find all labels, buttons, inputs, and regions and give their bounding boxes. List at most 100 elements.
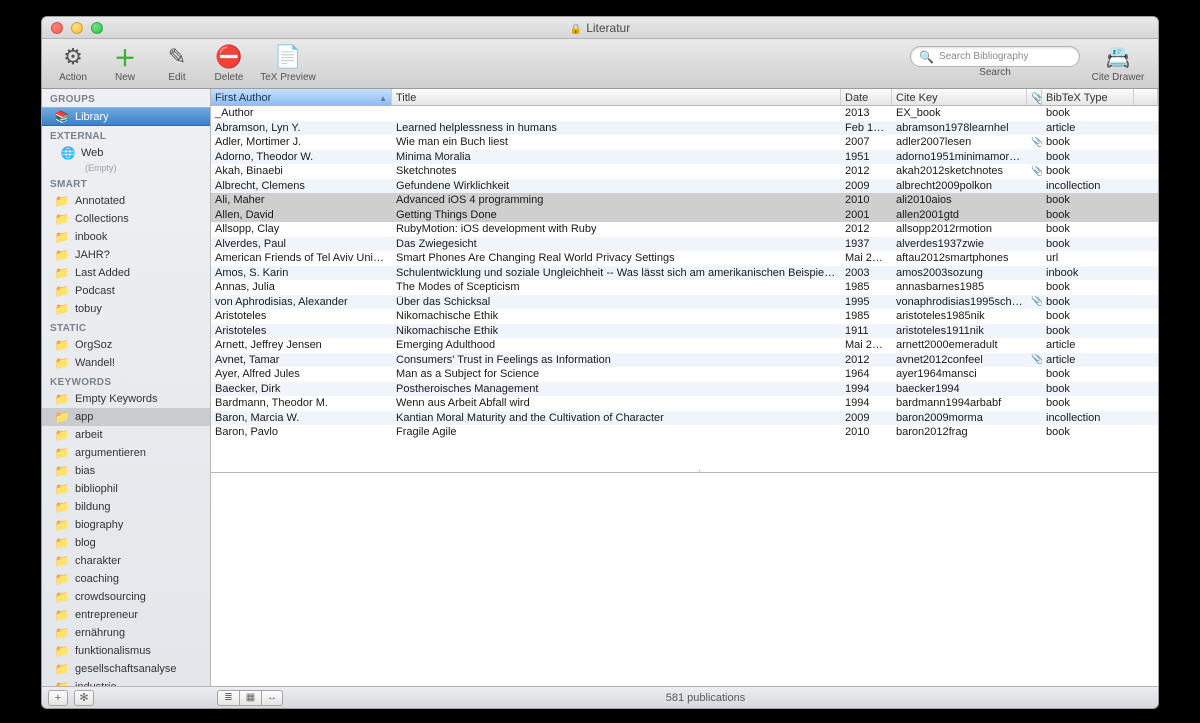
table-row[interactable]: Annas, JuliaThe Modes of Scepticism1985a… bbox=[211, 280, 1158, 295]
table-row[interactable]: Avnet, TamarConsumers' Trust in Feelings… bbox=[211, 353, 1158, 368]
table-row[interactable]: AristotelesNikomachische Ethik1911aristo… bbox=[211, 324, 1158, 339]
sidebar-item-web[interactable]: 🌐Web bbox=[42, 144, 210, 162]
column-cite-key[interactable]: Cite Key bbox=[892, 89, 1027, 105]
cell-cite-key: annasbarnes1985 bbox=[892, 281, 1027, 293]
column-first-author[interactable]: First Author▲ bbox=[211, 89, 392, 105]
sidebar-item-coaching[interactable]: 📁coaching bbox=[42, 570, 210, 588]
edit-button[interactable]: ✎Edit bbox=[154, 42, 200, 83]
table-row[interactable]: Allsopp, ClayRubyMotion: iOS development… bbox=[211, 222, 1158, 237]
table-row[interactable]: Albrecht, ClemensGefundene Wirklichkeit2… bbox=[211, 179, 1158, 194]
sidebar-item-funktionalismus[interactable]: 📁funktionalismus bbox=[42, 642, 210, 660]
cell-title: Advanced iOS 4 programming bbox=[392, 194, 841, 206]
action-button[interactable]: ⚙︎Action bbox=[50, 42, 96, 83]
cell-type: book bbox=[1042, 209, 1134, 221]
table-row[interactable]: Baron, Marcia W.Kantian Moral Maturity a… bbox=[211, 411, 1158, 426]
sidebar-item-industrie[interactable]: 📁industrie bbox=[42, 678, 210, 686]
sidebar-item-inbook[interactable]: 📁inbook bbox=[42, 228, 210, 246]
view-mode-segment[interactable]: ≣ ▦ ↔ bbox=[217, 690, 283, 706]
cell-date: 1985 bbox=[841, 310, 892, 322]
cell-author: American Friends of Tel Aviv Unive… bbox=[211, 252, 392, 264]
sidebar-item-collections[interactable]: 📁Collections bbox=[42, 210, 210, 228]
column-date[interactable]: Date bbox=[841, 89, 892, 105]
sidebar-item-podcast[interactable]: 📁Podcast bbox=[42, 282, 210, 300]
table-row[interactable]: Bardmann, Theodor M.Wenn aus Arbeit Abfa… bbox=[211, 396, 1158, 411]
search-input[interactable]: 🔍Search Bibliography bbox=[910, 46, 1080, 67]
preview-pane: • bbox=[211, 472, 1158, 686]
sidebar-item-bias[interactable]: 📁 bias bbox=[42, 462, 210, 480]
table-row[interactable]: Adler, Mortimer J.Wie man ein Buch liest… bbox=[211, 135, 1158, 150]
sidebar-item-label: charakter bbox=[75, 555, 121, 567]
cell-cite-key: ayer1964mansci bbox=[892, 368, 1027, 380]
sidebar-item-ern-hrung[interactable]: 📁ernährung bbox=[42, 624, 210, 642]
table-row[interactable]: Ayer, Alfred JulesMan as a Subject for S… bbox=[211, 367, 1158, 382]
table-row[interactable]: Alverdes, PaulDas Zwiegesicht1937alverde… bbox=[211, 237, 1158, 252]
sidebar-item-label: bias bbox=[75, 465, 95, 477]
sidebar-item-blog[interactable]: 📁blog bbox=[42, 534, 210, 552]
sidebar-item-empty-keywords[interactable]: 📁Empty Keywords bbox=[42, 390, 210, 408]
view-grid-icon[interactable]: ▦ bbox=[239, 690, 261, 706]
add-group-button[interactable]: + bbox=[48, 690, 68, 706]
sidebar-item-crowdsourcing[interactable]: 📁crowdsourcing bbox=[42, 588, 210, 606]
sidebar-item-wandel-[interactable]: 📁Wandel! bbox=[42, 354, 210, 372]
sidebar-item-argumentieren[interactable]: 📁argumentieren bbox=[42, 444, 210, 462]
close-icon[interactable] bbox=[51, 22, 63, 34]
table-row[interactable]: Abramson, Lyn Y.Learned helplessness in … bbox=[211, 121, 1158, 136]
sidebar-item-bibliophil[interactable]: 📁bibliophil bbox=[42, 480, 210, 498]
new-button[interactable]: ＋New bbox=[102, 42, 148, 83]
sidebar-item-arbeit[interactable]: 📁arbeit bbox=[42, 426, 210, 444]
pencil-icon: ✎ bbox=[162, 42, 192, 72]
group-action-button[interactable]: ✻ bbox=[74, 690, 94, 706]
cell-type: incollection bbox=[1042, 180, 1134, 192]
cell-author: Annas, Julia bbox=[211, 281, 392, 293]
sidebar-item-biography[interactable]: 📁biography bbox=[42, 516, 210, 534]
cell-author: Ali, Maher bbox=[211, 194, 392, 206]
view-list-icon[interactable]: ≣ bbox=[217, 690, 239, 706]
folder-icon: 📁 bbox=[54, 428, 70, 442]
column-bibtex-type[interactable]: BibTeX Type bbox=[1042, 89, 1134, 105]
folder-icon: 📁 bbox=[54, 554, 70, 568]
cell-cite-key: aristoteles1911nik bbox=[892, 325, 1027, 337]
table-row[interactable]: Arnett, Jeffrey JensenEmerging Adulthood… bbox=[211, 338, 1158, 353]
view-expand-icon[interactable]: ↔ bbox=[261, 690, 283, 706]
table-row[interactable]: von Aphrodisias, AlexanderÜber das Schic… bbox=[211, 295, 1158, 310]
cell-date: Mai 2000 bbox=[841, 339, 892, 351]
sidebar-item-orgsoz[interactable]: 📁OrgSoz bbox=[42, 336, 210, 354]
table-row[interactable]: Amos, S. KarinSchulentwicklung und sozia… bbox=[211, 266, 1158, 281]
delete-button[interactable]: ⛔Delete bbox=[206, 42, 252, 83]
table-row[interactable]: Ali, MaherAdvanced iOS 4 programming2010… bbox=[211, 193, 1158, 208]
sidebar-item-app[interactable]: 📁app bbox=[42, 408, 210, 426]
sidebar-item-tobuy[interactable]: 📁tobuy bbox=[42, 300, 210, 318]
table-row[interactable]: Allen, DavidGetting Things Done2001allen… bbox=[211, 208, 1158, 223]
folder-icon: 📁 bbox=[54, 464, 70, 478]
sidebar-item-gesellschaftsanalyse[interactable]: 📁gesellschaftsanalyse bbox=[42, 660, 210, 678]
table-row[interactable]: Adorno, Theodor W.Minima Moralia1951ador… bbox=[211, 150, 1158, 165]
table-row[interactable]: Baron, PavloFragile Agile2010baron2012fr… bbox=[211, 425, 1158, 440]
minimize-icon[interactable] bbox=[71, 22, 83, 34]
cell-title: Minima Moralia bbox=[392, 151, 841, 163]
sidebar-item-bildung[interactable]: 📁bildung bbox=[42, 498, 210, 516]
folder-icon: 📁 bbox=[54, 302, 70, 316]
sidebar-item-library[interactable]: 📚Library bbox=[42, 107, 210, 126]
sidebar-item-label: ernährung bbox=[75, 627, 125, 639]
sidebar-section-header: GROUPS bbox=[42, 89, 210, 107]
sidebar-item-charakter[interactable]: 📁 charakter bbox=[42, 552, 210, 570]
sidebar-item-entrepreneur[interactable]: 📁entrepreneur bbox=[42, 606, 210, 624]
tex-preview-button[interactable]: 📄TeX Preview bbox=[258, 42, 318, 83]
zoom-icon[interactable] bbox=[91, 22, 103, 34]
titlebar[interactable]: 🔒Literatur bbox=[42, 17, 1158, 39]
table-row[interactable]: American Friends of Tel Aviv Unive…Smart… bbox=[211, 251, 1158, 266]
table-row[interactable]: _Author2013EX_bookbook bbox=[211, 106, 1158, 121]
sidebar-item-last-added[interactable]: 📁Last Added bbox=[42, 264, 210, 282]
cell-title: Über das Schicksal bbox=[392, 296, 841, 308]
splitter-handle[interactable]: • bbox=[685, 469, 715, 475]
sidebar-item-jahr-[interactable]: 📁JAHR? bbox=[42, 246, 210, 264]
column-title[interactable]: Title bbox=[392, 89, 841, 105]
table-row[interactable]: Akah, BinaebiSketchnotes2012akah2012sket… bbox=[211, 164, 1158, 179]
column-attachment[interactable]: 📎 bbox=[1027, 89, 1042, 105]
table-row[interactable]: Baecker, DirkPostheroisches Management19… bbox=[211, 382, 1158, 397]
sidebar-item-annotated[interactable]: 📁Annotated bbox=[42, 192, 210, 210]
table-body[interactable]: _Author2013EX_bookbookAbramson, Lyn Y.Le… bbox=[211, 106, 1158, 472]
cite-drawer-button[interactable]: 📇Cite Drawer bbox=[1086, 42, 1150, 83]
table-row[interactable]: AristotelesNikomachische Ethik1985aristo… bbox=[211, 309, 1158, 324]
paperclip-icon: 📎 bbox=[1031, 92, 1042, 105]
